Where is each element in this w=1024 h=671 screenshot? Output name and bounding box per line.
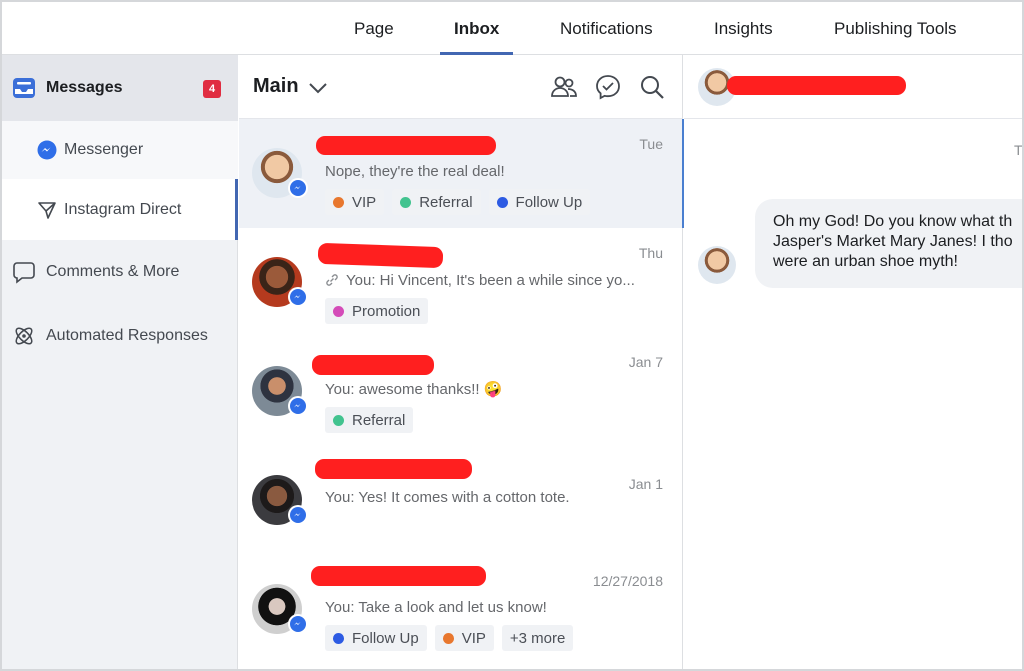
chat-pane: Tu Oh my God! Do you know what th Jasper… xyxy=(684,55,1023,669)
link-icon xyxy=(325,273,339,292)
chat-check-icon[interactable] xyxy=(594,73,622,101)
sidebar-item-label: Messenger xyxy=(64,141,144,158)
redacted-name xyxy=(316,136,496,155)
tab-inbox[interactable]: Inbox xyxy=(439,2,514,55)
sidebar: Messages 4 Messenger Instagram Direct Co… xyxy=(2,55,238,669)
tab-page[interactable]: Page xyxy=(354,2,394,55)
redacted-name xyxy=(315,459,472,479)
tab-insights[interactable]: Insights xyxy=(714,2,773,55)
tag-label: Promotion xyxy=(352,302,421,320)
tag-dot-icon xyxy=(333,632,344,644)
conversation-row[interactable]: Tue Nope, they're the real deal! VIP Ref… xyxy=(239,119,685,228)
message-preview: You: Take a look and let us know! xyxy=(325,599,547,616)
tag-dot-icon xyxy=(400,196,412,208)
tag-label: Referral xyxy=(419,193,473,211)
tag-label: Referral xyxy=(352,411,406,429)
redacted-name xyxy=(312,355,434,375)
paper-plane-icon xyxy=(34,197,60,223)
tag-label: VIP xyxy=(352,193,377,211)
tab-notifications[interactable]: Notifications xyxy=(560,2,653,55)
sidebar-item-messages[interactable]: Messages 4 xyxy=(2,55,238,121)
sidebar-item-instagram-direct[interactable]: Instagram Direct xyxy=(2,179,238,240)
unread-count-badge: 4 xyxy=(203,80,221,98)
messenger-badge-icon xyxy=(288,614,308,634)
messenger-badge-icon xyxy=(288,396,308,416)
redacted-name xyxy=(727,76,906,95)
chevron-down-icon[interactable] xyxy=(307,77,329,104)
tag-label: +3 more xyxy=(509,629,566,647)
tag-dot-icon xyxy=(442,632,454,644)
tag-referral[interactable]: Referral xyxy=(325,407,414,433)
sidebar-item-comments[interactable]: Comments & More xyxy=(2,255,238,289)
tag-vip[interactable]: VIP xyxy=(434,625,494,651)
tag-follow-up[interactable]: Follow Up xyxy=(488,189,591,215)
messenger-badge-icon xyxy=(288,505,308,525)
redacted-name xyxy=(317,242,444,269)
conversation-date: 12/27/2018 xyxy=(592,573,663,589)
message-bubble: Oh my God! Do you know what th Jasper's … xyxy=(755,199,1022,288)
tag-label: VIP xyxy=(461,629,486,647)
message-preview: You: Yes! It comes with a cotton tote. xyxy=(325,489,570,506)
search-icon[interactable] xyxy=(638,73,666,101)
messenger-icon xyxy=(34,137,60,163)
people-icon[interactable] xyxy=(550,73,578,101)
messenger-badge-icon xyxy=(288,178,308,198)
avatar xyxy=(698,246,736,284)
inbox-window: Page Inbox Notifications Insights Publis… xyxy=(0,0,1024,671)
tag-referral[interactable]: Referral xyxy=(392,189,481,215)
folder-title[interactable]: Main xyxy=(253,75,299,98)
inbox-tray-icon xyxy=(12,76,36,100)
tag-label: Follow Up xyxy=(515,193,583,211)
conversation-date: Jan 7 xyxy=(628,354,663,370)
sidebar-item-automated-responses[interactable]: Automated Responses xyxy=(2,319,238,353)
list-header: Main xyxy=(239,55,683,119)
tag-dot-icon xyxy=(333,196,344,208)
tag-vip[interactable]: VIP xyxy=(325,189,385,215)
sidebar-item-label: Automated Responses xyxy=(46,327,208,344)
redacted-name xyxy=(311,566,486,586)
label-tags: Promotion xyxy=(325,298,429,324)
tab-publishing-tools[interactable]: Publishing Tools xyxy=(834,2,957,55)
sidebar-messages-label: Messages xyxy=(46,79,123,96)
tag-dot-icon xyxy=(496,196,508,208)
message-preview: Nope, they're the real deal! xyxy=(325,163,505,180)
tag-dot-icon xyxy=(333,305,344,317)
label-tags: VIP Referral Follow Up xyxy=(325,189,591,215)
label-tags: Referral xyxy=(325,407,414,433)
tag-label: Follow Up xyxy=(352,629,419,647)
conversation-row[interactable]: Jan 7 You: awesome thanks!! 🤪 Referral xyxy=(239,337,683,446)
conversation-date: Jan 1 xyxy=(628,476,663,492)
label-tags: Follow Up VIP +3 more xyxy=(325,625,574,651)
sidebar-item-messenger[interactable]: Messenger xyxy=(2,121,238,179)
comment-icon xyxy=(11,259,37,285)
conversation-row[interactable]: Jan 1 You: Yes! It comes with a cotton t… xyxy=(239,446,683,555)
day-divider: Tu xyxy=(1014,142,1023,158)
conversation-row[interactable]: 12/27/2018 You: Take a look and let us k… xyxy=(239,555,683,664)
conversation-list: Main Tue Nope, they're the real deal! VI… xyxy=(239,55,685,669)
tag-follow-up[interactable]: Follow Up xyxy=(325,625,427,651)
top-nav: Page Inbox Notifications Insights Publis… xyxy=(2,2,1022,55)
sidebar-item-label: Comments & More xyxy=(46,263,180,280)
message-preview: You: awesome thanks!! 🤪 xyxy=(325,381,503,398)
tag-dot-icon xyxy=(333,414,344,426)
tag-promotion[interactable]: Promotion xyxy=(325,298,429,324)
sidebar-item-label: Instagram Direct xyxy=(64,200,182,218)
atom-icon xyxy=(11,323,37,349)
conversation-row[interactable]: Thu You: Hi Vincent, It's been a while s… xyxy=(239,228,683,337)
conversation-date: Tue xyxy=(639,136,663,152)
message-preview: You: Hi Vincent, It's been a while since… xyxy=(346,272,635,289)
conversation-date: Thu xyxy=(638,245,663,261)
messenger-badge-icon xyxy=(288,287,308,307)
tag-more[interactable]: +3 more xyxy=(501,625,574,651)
chat-header xyxy=(684,55,1022,119)
